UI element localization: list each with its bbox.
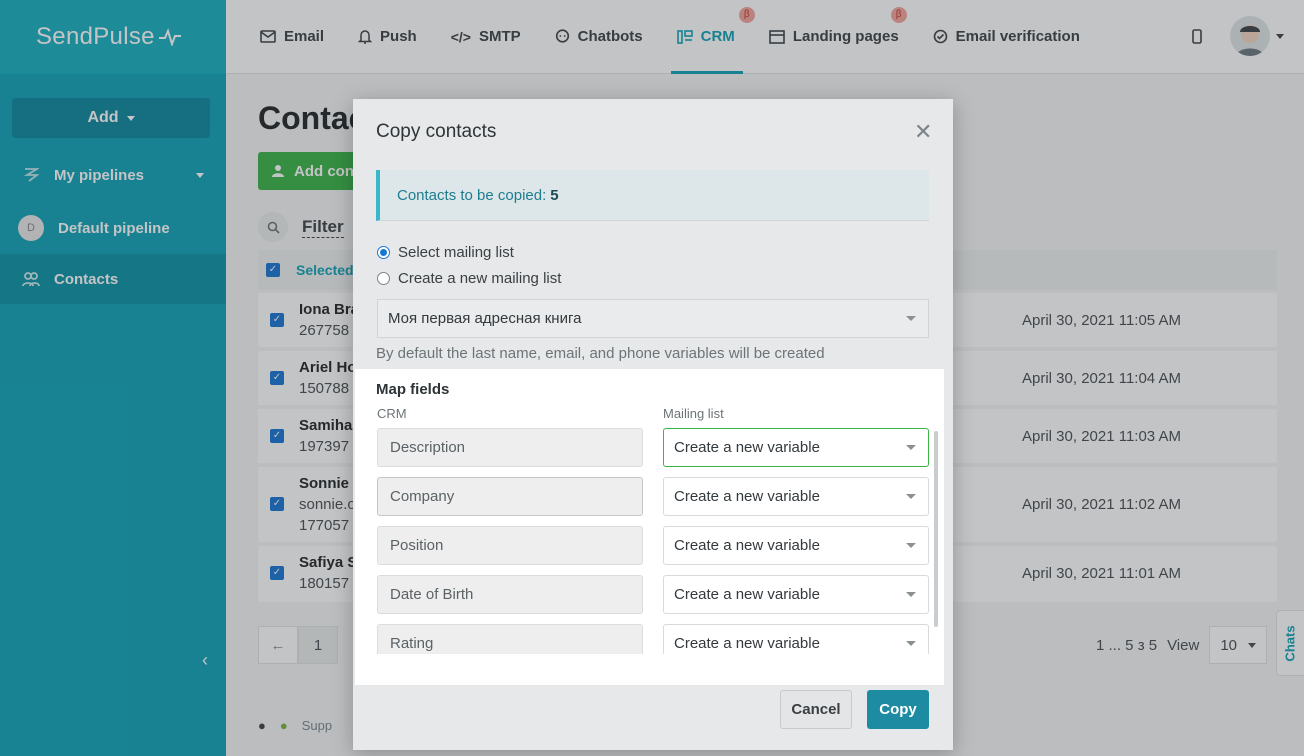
variable-select[interactable]: Create a new variable [663,526,929,565]
variable-select-value: Create a new variable [674,635,820,652]
caret-down-icon [906,543,916,548]
variable-select[interactable]: Create a new variable [663,624,929,654]
col-label-mailing-list: Mailing list [663,406,724,421]
copy-contacts-modal: Copy contacts ✕ Contacts to be copied: 5… [353,99,953,750]
variable-select[interactable]: Create a new variable [663,428,929,467]
variable-select-value: Create a new variable [674,439,820,456]
cancel-button[interactable]: Cancel [780,690,852,729]
copy-button[interactable]: Copy [867,690,929,729]
radio-button[interactable] [377,272,390,285]
close-icon[interactable]: ✕ [914,119,932,145]
info-count: 5 [550,186,559,204]
map-fields-panel: Map fields CRM Mailing list Description … [355,369,944,685]
modal-title: Copy contacts [376,121,497,142]
variable-select-value: Create a new variable [674,488,820,505]
col-label-crm: CRM [377,406,407,421]
radio-select-list[interactable]: Select mailing list [377,244,514,261]
variable-select[interactable]: Create a new variable [663,575,929,614]
mailing-list-select[interactable]: Моя первая адресная книга [377,299,929,338]
hint-text: By default the last name, email, and pho… [376,345,825,362]
mailing-list-value: Моя первая адресная книга [388,310,582,327]
crm-field: Company [377,477,643,516]
map-fields-list[interactable]: Description Create a new variable Compan… [355,427,944,654]
radio-label: Create a new mailing list [398,270,562,287]
variable-select-value: Create a new variable [674,586,820,603]
caret-down-icon [906,592,916,597]
info-text: Contacts to be copied: [397,186,547,204]
radio-label: Select mailing list [398,244,514,261]
radio-create-list[interactable]: Create a new mailing list [377,270,561,287]
map-fields-title: Map fields [376,381,450,398]
caret-down-icon [906,494,916,499]
crm-field: Description [377,428,643,467]
info-box: Contacts to be copied: 5 [376,170,929,221]
scrollbar[interactable] [934,431,938,627]
variable-select[interactable]: Create a new variable [663,477,929,516]
crm-field: Position [377,526,643,565]
variable-select-value: Create a new variable [674,537,820,554]
radio-button[interactable] [377,246,390,259]
caret-down-icon [906,445,916,450]
caret-down-icon [906,316,916,321]
caret-down-icon [906,641,916,646]
crm-field: Rating [377,624,643,654]
crm-field: Date of Birth [377,575,643,614]
